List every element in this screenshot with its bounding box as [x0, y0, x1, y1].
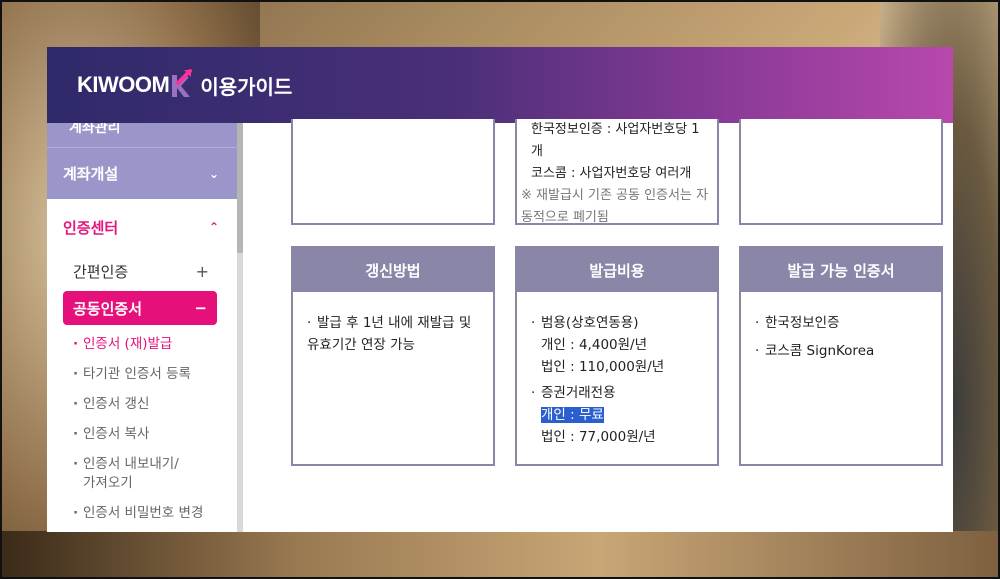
card-available-certs: 발급 가능 인증서 · 한국정보인증 · 코스콤 SignKorea — [739, 246, 943, 466]
cost-group-label: · 범용(상호연동용) — [531, 315, 639, 331]
cost-line-selected: 개인 : 무료 — [541, 407, 604, 423]
card-title: 발급비용 — [517, 248, 717, 292]
card-top-right — [739, 119, 943, 225]
cert-limit-koscom: 코스콤 : 사업자번호당 여러개 — [531, 166, 692, 181]
sidebar-section-cert-center[interactable]: 인증센터 ⌃ — [47, 199, 237, 255]
card-title: 발급 가능 인증서 — [741, 248, 941, 292]
guide-title: 이용가이드 — [200, 74, 293, 99]
sub-item-cert-copy[interactable]: 인증서 복사 — [73, 425, 237, 444]
cert-limit-kica: 한국정보인증 : 사업자번호당 1개 — [531, 122, 700, 159]
sidebar-sub-list: 인증서 (재)발급 타기관 인증서 등록 인증서 갱신 인증서 복사 인증서 내… — [47, 325, 237, 523]
cost-line: 법인 : 77,000원/년 — [541, 429, 656, 445]
card-title: 갱신방법 — [293, 248, 493, 292]
sidebar: 계좌관리 계좌개설 ⌄ 인증센터 ⌃ 간편인증 + 공동인증서 − 인증서 (재… — [47, 123, 237, 532]
available-cert-item: · 코스콤 SignKorea — [755, 343, 875, 359]
sidebar-section-account-open[interactable]: 계좌개설 ⌄ — [47, 147, 237, 199]
guide-window: KIWOOM 이용가이드 계좌관리 계좌개설 ⌄ 인증센터 ⌃ 간편인증 + 공… — [47, 47, 953, 532]
sub-item-other-cert-register[interactable]: 타기관 인증서 등록 — [73, 365, 237, 384]
sidebar-item-label: 간편인증 — [73, 262, 129, 281]
header-bar: KIWOOM 이용가이드 — [47, 47, 953, 123]
sub-item-cert-export-import[interactable]: 인증서 내보내기/ 가져오기 — [73, 455, 237, 493]
sub-item-cert-issue[interactable]: 인증서 (재)발급 — [73, 335, 237, 354]
brand-logo[interactable]: KIWOOM — [77, 72, 170, 98]
renew-method-text: · 발급 후 1년 내에 재발급 및 유효기간 연장 가능 — [307, 315, 472, 353]
sidebar-section-label: 계좌개설 — [63, 165, 119, 183]
chevron-up-icon: ⌃ — [208, 220, 219, 234]
available-cert-item: · 한국정보인증 — [755, 315, 840, 331]
sub-item-cert-password[interactable]: 인증서 비밀번호 변경 — [73, 504, 237, 523]
sidebar-section-label: 인증센터 — [63, 218, 119, 237]
card-top-middle: 한국정보인증 : 사업자번호당 1개 코스콤 : 사업자번호당 여러개 ※ 재발… — [515, 119, 719, 225]
reissue-note: ※ 재발급시 기존 공동 인증서는 자동적으로 폐기됨 — [521, 188, 709, 225]
plus-icon: + — [195, 261, 209, 281]
cost-line: 법인 : 110,000원/년 — [541, 359, 665, 375]
sub-item-cert-renew[interactable]: 인증서 갱신 — [73, 395, 237, 414]
cost-group-label: · 증권거래전용 — [531, 385, 616, 401]
sidebar-item-joint-cert[interactable]: 공동인증서 − — [63, 291, 217, 325]
background-bottom — [0, 531, 1000, 579]
kiwoom-k-icon — [170, 69, 193, 99]
chevron-down-icon: ⌄ — [208, 166, 219, 181]
card-issue-cost: 발급비용 · 범용(상호연동용) 개인 : 4,400원/년 법인 : 110,0… — [515, 246, 719, 466]
sidebar-item-account-manage[interactable]: 계좌관리 — [47, 123, 237, 147]
sidebar-item-simple-auth[interactable]: 간편인증 + — [47, 255, 237, 287]
card-top-left — [291, 119, 495, 225]
minus-icon: − — [194, 299, 207, 317]
sidebar-item-label: 공동인증서 — [73, 299, 143, 318]
main-content: 한국정보인증 : 사업자번호당 1개 코스콤 : 사업자번호당 여러개 ※ 재발… — [243, 119, 953, 532]
card-renew-method: 갱신방법 · 발급 후 1년 내에 재발급 및 유효기간 연장 가능 — [291, 246, 495, 466]
cost-line: 개인 : 4,400원/년 — [541, 337, 648, 353]
